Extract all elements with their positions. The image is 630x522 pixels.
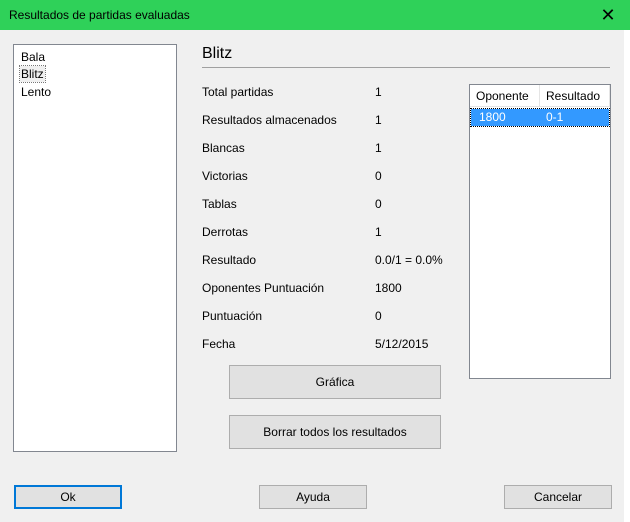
stat-label-total: Total partidas <box>202 85 274 99</box>
stat-label-losses: Derrotas <box>202 225 249 239</box>
stat-label-result: Resultado <box>202 253 257 267</box>
stat-label-rating: Puntuación <box>202 309 263 323</box>
list-item-blitz[interactable]: Blitz <box>19 65 46 83</box>
stat-value-total: 1 <box>375 85 382 99</box>
section-divider <box>202 67 610 68</box>
ok-button[interactable]: Ok <box>14 485 122 509</box>
cell-result: 0-1 <box>546 110 564 124</box>
title-bar: Resultados de partidas evaluadas ✕ <box>0 0 630 30</box>
list-item-bala[interactable]: Bala <box>20 49 46 65</box>
table-row[interactable]: 1800 0-1 <box>470 108 610 127</box>
cancel-button[interactable]: Cancelar <box>504 485 612 509</box>
clear-results-button[interactable]: Borrar todos los resultados <box>229 415 441 449</box>
help-button[interactable]: Ayuda <box>259 485 367 509</box>
stat-label-stored: Resultados almacenados <box>202 113 337 127</box>
stat-label-draws: Tablas <box>202 197 237 211</box>
window-edge <box>624 30 630 522</box>
stat-value-rating: 0 <box>375 309 382 323</box>
stat-label-wins: Victorias <box>202 169 248 183</box>
cell-opponent: 1800 <box>479 110 506 124</box>
game-type-list[interactable]: Bala Blitz Lento <box>13 44 177 452</box>
stat-label-date: Fecha <box>202 337 236 351</box>
stat-label-opponent-rating: Oponentes Puntuación <box>202 281 325 295</box>
stat-value-white: 1 <box>375 141 382 155</box>
chart-button[interactable]: Gráfica <box>229 365 441 399</box>
stat-value-losses: 1 <box>375 225 382 239</box>
stat-value-date: 5/12/2015 <box>375 337 429 351</box>
stat-value-result: 0.0/1 = 0.0% <box>375 253 443 267</box>
close-button[interactable]: ✕ <box>586 0 630 30</box>
list-item-lento[interactable]: Lento <box>20 84 52 100</box>
results-table[interactable]: Oponente Resultado 1800 0-1 <box>469 84 611 379</box>
window-title: Resultados de partidas evaluadas <box>9 8 190 22</box>
column-header-opponent[interactable]: Oponente <box>470 85 540 107</box>
stat-value-wins: 0 <box>375 169 382 183</box>
stat-value-draws: 0 <box>375 197 382 211</box>
stat-value-stored: 1 <box>375 113 382 127</box>
results-dialog: Resultados de partidas evaluadas ✕ Bala … <box>0 0 630 522</box>
stat-label-white: Blancas <box>202 141 245 155</box>
close-icon: ✕ <box>600 4 616 25</box>
section-title: Blitz <box>202 45 233 62</box>
column-header-result[interactable]: Resultado <box>540 85 610 107</box>
stat-value-opponent-rating: 1800 <box>375 281 402 295</box>
